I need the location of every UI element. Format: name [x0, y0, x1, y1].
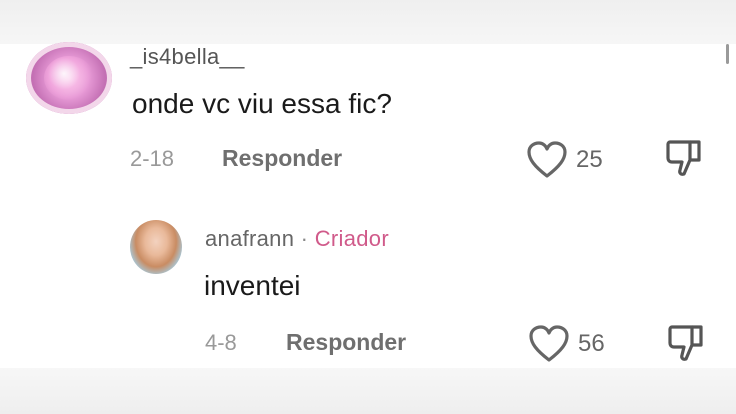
reply-button[interactable]: Responder	[222, 145, 342, 172]
thumbs-down-icon[interactable]	[664, 138, 704, 180]
avatar[interactable]	[130, 220, 182, 274]
heart-icon[interactable]	[528, 324, 570, 364]
comment-text: onde vc viu essa fic?	[132, 88, 392, 119]
top-blur-band	[0, 0, 736, 44]
reply-button[interactable]: Responder	[286, 329, 406, 356]
thumbs-down-icon[interactable]	[666, 323, 706, 365]
comment-username[interactable]: anafrann · Criador	[205, 226, 389, 252]
comment-text: inventei	[204, 270, 301, 301]
comment-date: 2-18	[130, 146, 175, 171]
like-count: 25	[576, 146, 603, 173]
comment-username[interactable]: _is4bella__	[130, 44, 245, 70]
avatar[interactable]	[26, 42, 112, 114]
username-text: anafrann	[205, 226, 295, 251]
separator-dot: ·	[294, 226, 315, 251]
heart-icon[interactable]	[526, 140, 568, 180]
like-count: 56	[578, 330, 605, 357]
creator-badge: Criador	[314, 226, 389, 251]
scrollbar[interactable]	[726, 44, 729, 64]
bottom-blur-band	[0, 368, 736, 414]
comment-date: 4-8	[205, 330, 237, 355]
